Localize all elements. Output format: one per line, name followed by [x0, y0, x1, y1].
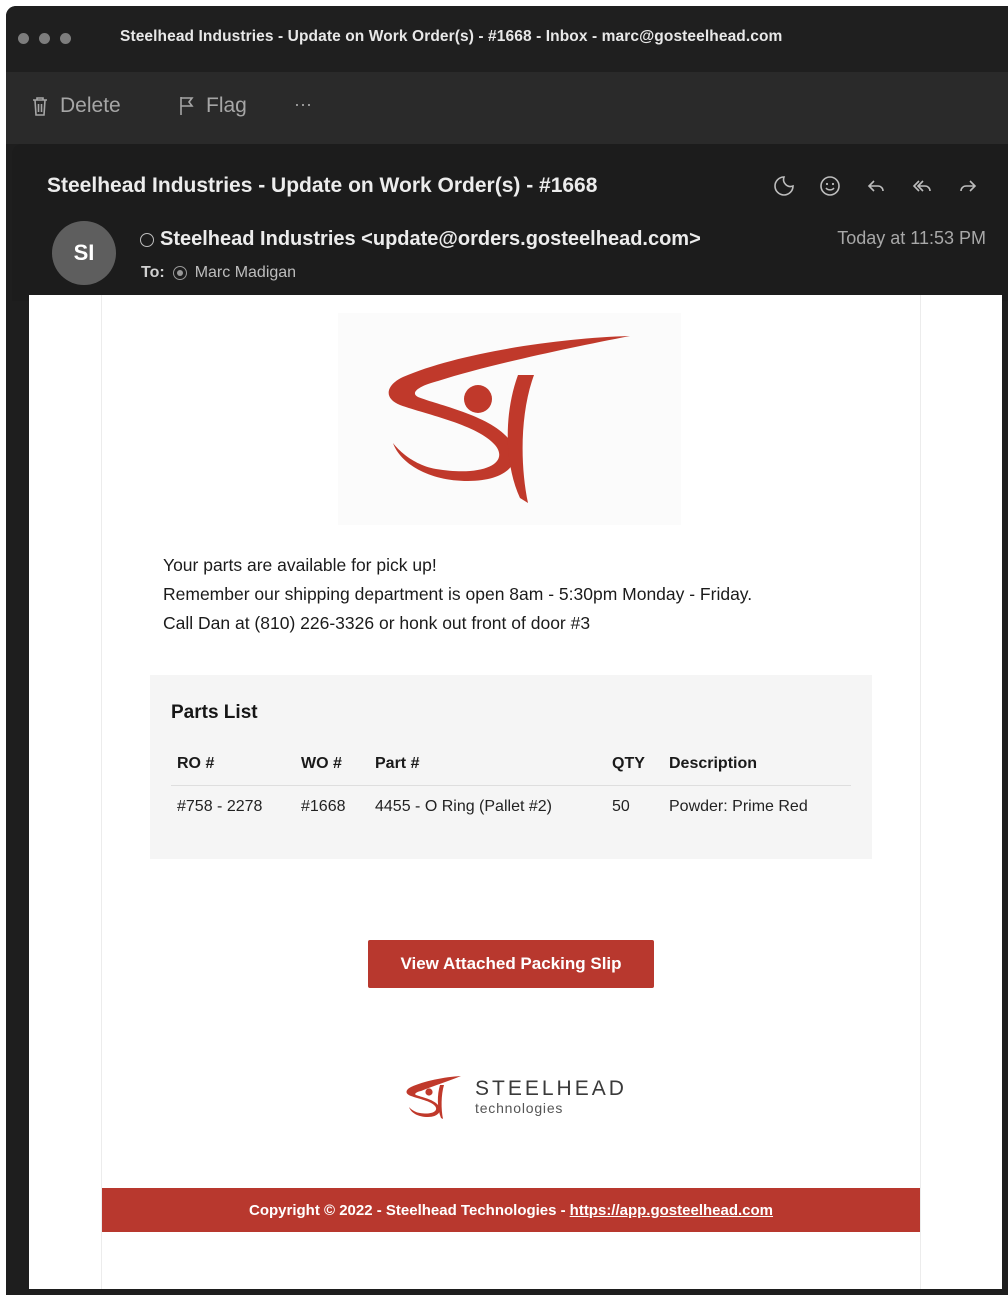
flag-label: Flag	[206, 94, 247, 117]
parts-table: RO # WO # Part # QTY Description #758 - …	[171, 749, 851, 828]
sender[interactable]: Steelhead Industries <update@orders.gost…	[140, 228, 701, 251]
table-row: #758 - 2278 #1668 4455 - O Ring (Pallet …	[171, 786, 851, 829]
steelhead-mark-icon	[406, 1076, 461, 1119]
flag-button[interactable]: Flag	[178, 94, 247, 118]
window-controls	[18, 33, 71, 44]
zoom-window-button[interactable]	[60, 33, 71, 44]
message-text: Your parts are available for pick up! Re…	[163, 551, 752, 638]
email-subject: Steelhead Industries - Update on Work Or…	[47, 174, 598, 197]
copyright-footer: Copyright © 2022 - Steelhead Technologie…	[102, 1188, 920, 1232]
parts-list-panel: Parts List RO # WO # Part # QTY Descript…	[150, 675, 872, 859]
recipient-line: To: Marc Madigan	[141, 264, 296, 282]
table-cell: #1668	[301, 798, 346, 815]
brand-tagline: technologies	[475, 1100, 564, 1116]
table-header-row: RO # WO # Part # QTY Description	[171, 749, 851, 786]
sender-address: Steelhead Industries <update@orders.gost…	[160, 228, 701, 250]
copyright-text: Copyright © 2022 - Steelhead Technologie…	[248, 1201, 566, 1219]
received-date: Today at 11:53 PM	[837, 228, 986, 248]
delete-label: Delete	[60, 94, 121, 117]
message-line: Remember our shipping department is open…	[163, 584, 753, 604]
emoji-reaction-icon[interactable]	[818, 174, 842, 198]
steelhead-footer-logo: STEELHEAD technologies	[399, 1070, 627, 1124]
unread-indicator-icon	[140, 232, 154, 247]
column-header: QTY	[606, 749, 663, 786]
reply-all-icon[interactable]	[910, 174, 934, 198]
to-label: To:	[141, 264, 165, 281]
table-cell: 4455 - O Ring (Pallet #2)	[375, 798, 552, 815]
email-content: Your parts are available for pick up! Re…	[101, 295, 921, 1289]
view-packing-slip-button[interactable]: View Attached Packing Slip	[368, 940, 654, 988]
brand-text: STEELHEAD technologies	[475, 1077, 627, 1117]
minimize-window-button[interactable]	[39, 33, 50, 44]
table-cell: Powder: Prime Red	[669, 798, 808, 815]
more-actions-button[interactable]: ···	[294, 94, 312, 115]
message-line: Call Dan at (810) 226-3326 or honk out f…	[163, 613, 591, 633]
column-header: Description	[663, 749, 851, 786]
brand-name: STEELHEAD	[475, 1077, 627, 1100]
message-header: Steelhead Industries - Update on Work Or…	[12, 144, 1008, 301]
parts-list-title: Parts List	[171, 702, 258, 723]
snooze-icon[interactable]	[772, 174, 796, 198]
steelhead-app-link[interactable]: https://app.gosteelhead.com	[570, 1202, 773, 1219]
trash-icon	[33, 97, 47, 116]
more-icon: ···	[294, 94, 312, 114]
reply-icon[interactable]	[864, 174, 888, 198]
message-actions	[772, 174, 980, 198]
delete-button[interactable]: Delete	[30, 94, 121, 118]
column-header: RO #	[171, 749, 295, 786]
flag-icon	[180, 97, 194, 115]
column-header: Part #	[369, 749, 606, 786]
close-window-button[interactable]	[18, 33, 29, 44]
forward-icon[interactable]	[956, 174, 980, 198]
title-bar: Steelhead Industries - Update on Work Or…	[6, 6, 1008, 72]
steelhead-logo-icon	[388, 336, 630, 503]
message-line: Your parts are available for pick up!	[163, 555, 437, 575]
email-body: Your parts are available for pick up! Re…	[29, 295, 1002, 1289]
column-header: WO #	[295, 749, 369, 786]
recipient-icon	[172, 266, 187, 280]
window-title: Steelhead Industries - Update on Work Or…	[120, 28, 783, 45]
sender-avatar: SI	[52, 221, 116, 285]
toolbar	[6, 72, 1008, 144]
table-cell: 50	[612, 798, 630, 815]
table-cell: #758 - 2278	[177, 798, 263, 815]
steelhead-logo	[338, 313, 681, 525]
recipient-name[interactable]: Marc Madigan	[195, 264, 296, 282]
